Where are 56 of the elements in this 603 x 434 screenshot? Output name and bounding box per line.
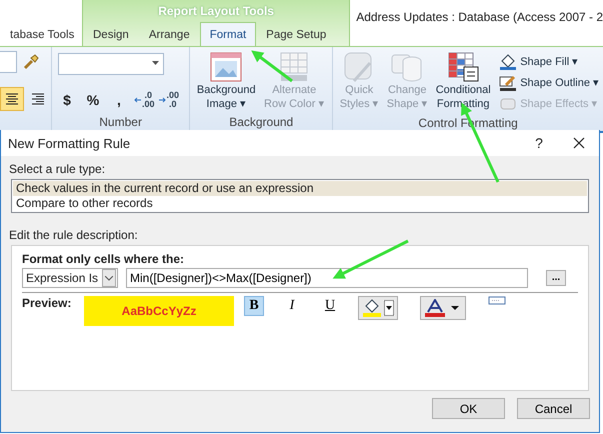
section-label: Edit the rule description: bbox=[8, 227, 139, 244]
list-item[interactable]: Compare to other records bbox=[13, 196, 587, 211]
preview-label: Preview: bbox=[22, 296, 72, 310]
right-arrow-icon bbox=[158, 97, 166, 103]
close-icon[interactable] bbox=[573, 137, 585, 149]
ribbon-button[interactable]: Shape Fill ▾ bbox=[499, 51, 599, 72]
group-label: Number bbox=[98, 114, 143, 131]
paint-bucket-icon bbox=[362, 299, 382, 317]
chevron-down-icon bbox=[105, 276, 114, 280]
format-bold-button[interactable]: B bbox=[244, 296, 264, 316]
align-center-icon bbox=[4, 92, 20, 106]
window-title: Address Updates : Database (Access 2007 - 2 bbox=[355, 9, 603, 26]
condition-dropdown[interactable]: Expression Is bbox=[22, 268, 118, 288]
condition-heading: Format only cells where the: bbox=[22, 252, 186, 266]
conditional-grid-icon bbox=[446, 51, 480, 83]
ribbon-tab[interactable]: Design bbox=[83, 22, 139, 46]
ribbon-tab[interactable]: Format bbox=[200, 22, 256, 46]
pointer-arrow bbox=[251, 50, 293, 82]
section-label: Select a rule type: bbox=[8, 161, 106, 178]
number-format-button[interactable]: , bbox=[108, 92, 130, 108]
left-arrow-icon bbox=[134, 97, 141, 103]
pencil-icon bbox=[499, 74, 518, 90]
picture-icon bbox=[209, 51, 244, 83]
preview-sample: AaBbCcYyZz bbox=[84, 296, 234, 326]
ribbon-button[interactable]: Background Image ▾ bbox=[194, 51, 258, 111]
dropdown-field[interactable] bbox=[0, 51, 17, 73]
ribbon-tab[interactable]: tabase Tools bbox=[0, 22, 84, 46]
dialog-title: New Formatting Rule bbox=[8, 136, 132, 150]
border-icon[interactable] bbox=[488, 296, 506, 306]
format-painter-icon bbox=[23, 54, 39, 70]
format-underline-button[interactable]: U bbox=[320, 296, 340, 316]
contextual-tab-header: Report Layout Tools Design Arrange Format Page Setup bbox=[82, 0, 350, 46]
number-format-button[interactable]: $ bbox=[56, 92, 78, 108]
expression-field[interactable]: Min([Designer])<>Max([Designer]) bbox=[126, 268, 528, 288]
ribbon-tab[interactable]: Arrange bbox=[138, 22, 200, 46]
dialog-button[interactable]: Cancel bbox=[517, 398, 590, 419]
shape-effects-icon bbox=[499, 96, 518, 112]
decimal-increase-button[interactable]: .0 .00 bbox=[134, 91, 155, 109]
decimal-decrease-button[interactable]: .00 .0 bbox=[158, 91, 180, 109]
paint-bucket-icon bbox=[499, 54, 518, 70]
align-right-icon bbox=[30, 92, 46, 106]
ribbon-tab[interactable]: Page Setup bbox=[256, 22, 336, 46]
number-format-button[interactable]: % bbox=[82, 92, 104, 108]
font-color-icon bbox=[424, 299, 446, 317]
fill-color-button[interactable] bbox=[358, 296, 398, 320]
list-item[interactable]: Check values in the current record or use an expression bbox=[13, 181, 587, 196]
dialog-button[interactable]: OK bbox=[432, 398, 505, 419]
format-italic-button[interactable]: I bbox=[282, 296, 302, 316]
ribbon-button[interactable]: Conditional Formatting bbox=[433, 51, 494, 111]
align-center-button[interactable] bbox=[0, 87, 24, 111]
builder-button[interactable]: ... bbox=[546, 270, 566, 286]
ribbon-button[interactable]: Shape Outline ▾ bbox=[499, 72, 599, 93]
help-button[interactable]: ? bbox=[519, 135, 559, 151]
group-label: Background bbox=[228, 114, 294, 131]
font-color-button[interactable] bbox=[420, 296, 466, 320]
caret-icon bbox=[152, 61, 159, 65]
